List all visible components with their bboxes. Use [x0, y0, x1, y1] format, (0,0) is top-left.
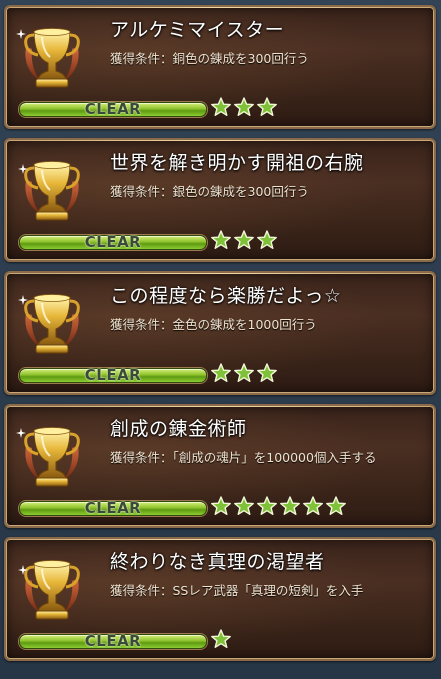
achievement-condition: 獲得条件：銅色の錬成を300回行う — [110, 51, 309, 66]
green-star-icon — [211, 496, 231, 515]
star-rating — [211, 629, 231, 649]
achievement-card[interactable]: 創成の錬金術師 獲得条件：「創成の魂片」を100000個入手する CLEAR — [4, 404, 436, 528]
green-star-icon — [257, 496, 277, 515]
sparkle-icon — [18, 164, 28, 174]
star-rating — [211, 230, 277, 250]
clear-label: CLEAR — [84, 100, 142, 118]
green-star-icon — [326, 496, 346, 515]
sparkle-icon — [18, 295, 28, 305]
achievement-condition: 獲得条件：銀色の錬成を300回行う — [110, 184, 309, 199]
clear-label: CLEAR — [84, 233, 142, 251]
green-star-icon — [234, 97, 254, 116]
gold-trophy-icon — [24, 427, 80, 487]
sparkle-icon — [18, 565, 28, 575]
achievement-condition: 獲得条件：SSレア武器「真理の短剣」を入手 — [110, 583, 364, 598]
achievement-card[interactable]: 世界を解き明かす開祖の右腕 獲得条件：銀色の錬成を300回行う CLEAR — [4, 138, 436, 262]
green-star-icon — [234, 363, 254, 382]
progress-bar: CLEAR — [19, 100, 207, 118]
green-star-icon — [234, 496, 254, 515]
progress-bar: CLEAR — [19, 366, 207, 384]
star-rating — [211, 496, 346, 516]
achievement-title: この程度なら楽勝だよっ☆ — [110, 285, 342, 307]
star-rating — [211, 363, 277, 383]
gold-trophy-icon — [24, 560, 80, 620]
achievement-title: 創成の錬金術師 — [110, 418, 247, 440]
green-star-icon — [280, 496, 300, 515]
gold-trophy-icon — [24, 28, 80, 88]
clear-label: CLEAR — [84, 632, 142, 650]
progress-bar: CLEAR — [19, 499, 207, 517]
achievement-card[interactable]: アルケミマイスター 獲得条件：銅色の錬成を300回行う CLEAR — [4, 5, 436, 129]
achievement-condition: 獲得条件：「創成の魂片」を100000個入手する — [110, 450, 377, 465]
achievement-title: 世界を解き明かす開祖の右腕 — [110, 152, 364, 174]
green-star-icon — [257, 230, 277, 249]
achievement-card[interactable]: 終わりなき真理の渇望者 獲得条件：SSレア武器「真理の短剣」を入手 CLEAR — [4, 537, 436, 661]
clear-label: CLEAR — [84, 366, 142, 384]
green-star-icon — [303, 496, 323, 515]
achievement-title: アルケミマイスター — [110, 19, 285, 41]
green-star-icon — [211, 230, 231, 249]
achievement-list: アルケミマイスター 獲得条件：銅色の錬成を300回行う CLEAR 世界を解き明… — [4, 5, 440, 670]
achievement-page: アルケミマイスター 獲得条件：銅色の錬成を300回行う CLEAR 世界を解き明… — [0, 0, 441, 679]
green-star-icon — [211, 363, 231, 382]
achievement-card[interactable]: この程度なら楽勝だよっ☆ 獲得条件：金色の錬成を1000回行う CLEAR — [4, 271, 436, 395]
clear-label: CLEAR — [84, 499, 142, 517]
green-star-icon — [211, 629, 231, 648]
green-star-icon — [211, 97, 231, 116]
green-star-icon — [257, 97, 277, 116]
star-rating — [211, 97, 277, 117]
achievement-title: 終わりなき真理の渇望者 — [110, 551, 325, 573]
gold-trophy-icon — [24, 161, 80, 221]
progress-bar: CLEAR — [19, 233, 207, 251]
progress-bar: CLEAR — [19, 632, 207, 650]
green-star-icon — [257, 363, 277, 382]
sparkle-icon — [16, 29, 26, 39]
green-star-icon — [234, 230, 254, 249]
sparkle-icon — [16, 428, 26, 438]
achievement-condition: 獲得条件：金色の錬成を1000回行う — [110, 317, 317, 332]
